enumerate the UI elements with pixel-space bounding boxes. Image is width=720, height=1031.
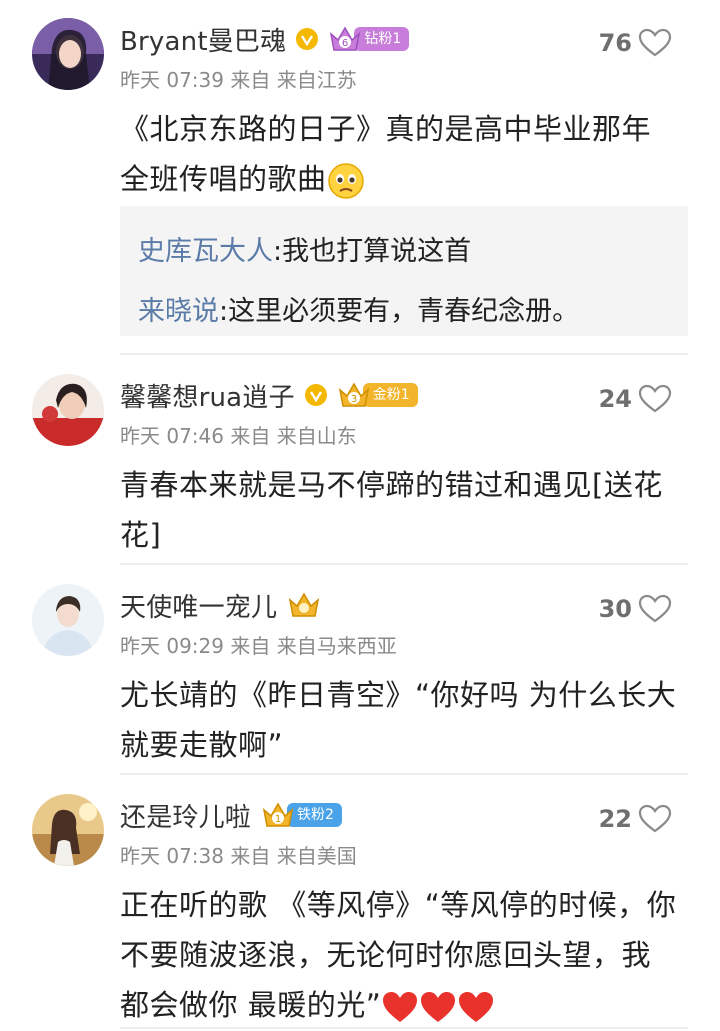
like-count: 30 (598, 595, 632, 623)
fan-badge[interactable]: 1 铁粉2 (261, 802, 342, 828)
crown-icon: 1 (262, 802, 294, 827)
comment-location: 来自江苏 (276, 68, 357, 92)
comment-location: 来自美国 (276, 844, 357, 868)
fan-badge-label: 钻粉1 (354, 27, 410, 51)
divider (120, 563, 688, 565)
reply-text: :这里必须要有，青春纪念册。 (219, 296, 580, 327)
comment-text-line: 正在听的歌 《等风停》“等风停的时候，你 (120, 888, 677, 922)
comment-text-line: 花] (120, 518, 162, 552)
fan-badge[interactable]: 6 钻粉1 (328, 26, 410, 52)
like-button[interactable]: 76 (599, 28, 672, 58)
like-count: 24 (598, 385, 632, 413)
comment-source: 来自 (230, 68, 271, 92)
comment-time: 昨天 07:46 (120, 424, 224, 448)
comment-time: 昨天 07:39 (120, 68, 224, 92)
comment-meta: 昨天 07:39 来自 来自江苏 (120, 64, 357, 93)
heart-outline-icon (638, 28, 672, 57)
username[interactable]: 馨馨想rua逍子 (120, 377, 295, 414)
like-button[interactable]: 24 (599, 384, 672, 414)
like-button[interactable]: 22 (599, 804, 672, 834)
username[interactable]: Bryant曼巴魂 (120, 21, 286, 58)
comment-text: 青春本来就是马不停蹄的错过和遇见[送花 花] (120, 460, 680, 560)
reply-item[interactable]: 史库瓦大人:我也打算说这首 (138, 222, 670, 282)
red-heart-emoji (459, 992, 494, 1022)
divider (120, 773, 688, 775)
crown-icon (289, 592, 320, 617)
comment-location: 来自山东 (276, 424, 357, 448)
comment-text-line: 青春本来就是马不停蹄的错过和遇见[送花 (120, 468, 663, 502)
divider (120, 353, 688, 355)
reply-username[interactable]: 来晓说 (138, 296, 219, 327)
reply-username[interactable]: 史库瓦大人 (138, 236, 273, 267)
fan-badge[interactable]: 3 金粉1 (337, 382, 418, 408)
verified-v-icon (296, 28, 319, 50)
comment-text-line: 都会做你 最暖的光” (120, 980, 680, 1030)
crown-icon: 3 (338, 382, 369, 407)
like-count: 22 (598, 805, 632, 833)
comment-meta: 昨天 07:38 来自 来自美国 (120, 840, 357, 869)
fan-level: 1 (275, 814, 281, 825)
username-row: 馨馨想rua逍子 3 金粉1 (120, 377, 418, 414)
avatar[interactable] (32, 794, 104, 866)
comment-location: 来自马来西亚 (276, 634, 397, 658)
fan-badge-label: 铁粉2 (287, 803, 342, 827)
comment-meta: 昨天 07:46 来自 来自山东 (120, 420, 357, 449)
comment-text: 尤长靖的《昨日青空》“你好吗 为什么长大 就要走散啊” (120, 670, 680, 770)
username[interactable]: 还是玲儿啦 (120, 797, 251, 834)
username-row: 天使唯一宠儿 (120, 587, 321, 624)
avatar[interactable] (32, 18, 104, 90)
pleading-face-emoji (327, 163, 364, 199)
comment-source: 来自 (230, 844, 271, 868)
like-count: 76 (598, 29, 632, 57)
comment-source: 来自 (230, 634, 271, 658)
reply-text: :我也打算说这首 (273, 236, 472, 267)
red-heart-emoji (383, 992, 418, 1022)
comment-text-line: 就要走散啊” (120, 728, 284, 762)
comment-text: 正在听的歌 《等风停》“等风停的时候，你 不要随波逐浪，无论何时你愿回头望，我 … (120, 880, 680, 1030)
username-row: Bryant曼巴魂 6 钻粉1 (120, 21, 410, 58)
comment-source: 来自 (230, 424, 271, 448)
avatar[interactable] (32, 374, 104, 446)
like-button[interactable]: 30 (599, 594, 672, 624)
comment-text: 《北京东路的日子》真的是高中毕业那年 全班传唱的歌曲 (120, 104, 680, 204)
fan-level: 3 (351, 394, 357, 405)
comment-text-line: 全班传唱的歌曲 (120, 154, 680, 204)
username-row: 还是玲儿啦 1 铁粉2 (120, 797, 342, 834)
red-heart-emoji (421, 992, 456, 1022)
comment-time: 昨天 07:38 (120, 844, 224, 868)
comment-text-line: 《北京东路的日子》真的是高中毕业那年 (120, 112, 652, 146)
heart-outline-icon (638, 384, 672, 413)
comment-meta: 昨天 09:29 来自 来自马来西亚 (120, 630, 397, 659)
comment-text-line: 不要随波逐浪，无论何时你愿回头望，我 (120, 938, 652, 972)
comment-text-line: 尤长靖的《昨日青空》“你好吗 为什么长大 (120, 678, 677, 712)
avatar[interactable] (32, 584, 104, 656)
fan-badge-label: 金粉1 (362, 383, 418, 407)
fan-level: 6 (342, 38, 348, 49)
heart-outline-icon (638, 594, 672, 623)
crown-icon: 6 (330, 26, 361, 51)
heart-outline-icon (638, 804, 672, 833)
reply-box[interactable]: 史库瓦大人:我也打算说这首 来晓说:这里必须要有，青春纪念册。 (120, 206, 688, 336)
verified-v-icon (304, 384, 327, 406)
reply-item[interactable]: 来晓说:这里必须要有，青春纪念册。 (138, 282, 670, 342)
fan-badge[interactable] (287, 592, 321, 618)
comment-time: 昨天 09:29 (120, 634, 224, 658)
username[interactable]: 天使唯一宠儿 (120, 587, 277, 624)
divider (120, 1027, 688, 1029)
